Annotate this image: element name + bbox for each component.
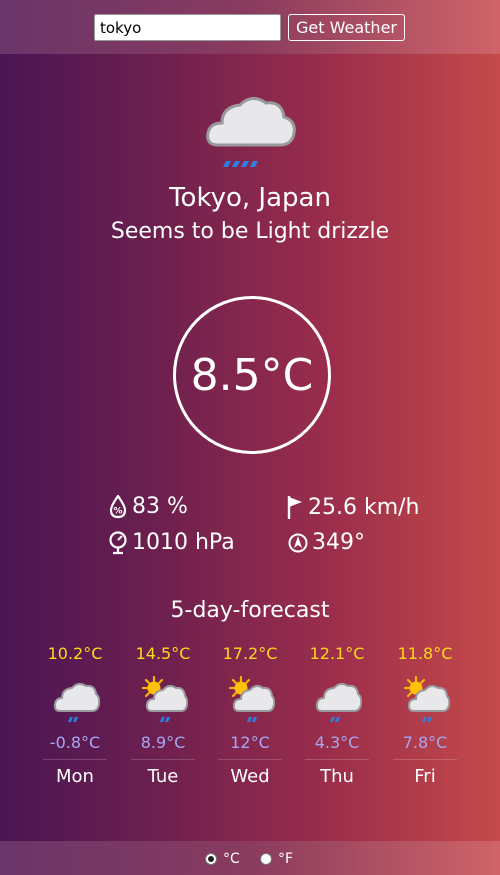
forecast-low: 4.3°C — [314, 733, 360, 752]
forecast-day-name: Mon — [56, 766, 94, 787]
pressure-stat: 1010 hPa — [108, 530, 235, 555]
forecast-high: 11.8°C — [397, 644, 453, 663]
sun-cloud-drizzle-icon — [228, 675, 275, 722]
forecast-high: 17.2°C — [222, 644, 278, 663]
forecast-high: 10.2°C — [47, 644, 103, 663]
divider — [393, 759, 457, 760]
bottom-bar — [0, 841, 500, 875]
current-temperature: 8.5°C — [173, 296, 331, 454]
forecast-low: 7.8°C — [402, 733, 448, 752]
wind-direction-value: 349° — [312, 530, 365, 555]
forecast-day-name: Wed — [230, 766, 270, 787]
forecast-day-name: Tue — [147, 766, 179, 787]
city-search-input[interactable] — [94, 14, 281, 41]
wind-speed-value: 25.6 km/h — [308, 494, 420, 520]
forecast-low: -0.8°C — [49, 733, 101, 752]
divider — [131, 759, 195, 760]
divider — [218, 759, 282, 760]
unit-fahrenheit-option[interactable]: °F — [260, 851, 293, 867]
humidity-stat: % 83 % — [108, 494, 188, 519]
forecast-day: 11.8°C 7.8°C Fri — [385, 644, 465, 787]
location-title: Tokyo, Japan — [169, 183, 331, 213]
sun-cloud-drizzle-icon — [403, 675, 450, 722]
cloud-drizzle-icon — [315, 682, 362, 722]
weather-description: Seems to be Light drizzle — [110, 219, 390, 244]
forecast-day: 12.1°C 4.3°C Thu — [297, 644, 377, 787]
humidity-drop-icon: % — [109, 494, 127, 518]
get-weather-button[interactable]: Get Weather — [288, 14, 405, 41]
pressure-gauge-icon — [109, 530, 127, 554]
forecast-day: 10.2°C -0.8°C Mon — [35, 644, 115, 787]
fahrenheit-label: °F — [278, 851, 294, 867]
forecast-low: 12°C — [230, 733, 270, 752]
wind-speed-stat: 25.6 km/h — [286, 494, 420, 520]
divider — [305, 759, 369, 760]
pressure-value: 1010 hPa — [132, 530, 235, 555]
temperature-value: 8.5°C — [190, 349, 314, 401]
forecast-day-name: Thu — [320, 766, 354, 787]
cloud-drizzle-icon — [206, 97, 296, 167]
cloud-drizzle-icon — [53, 682, 100, 722]
unit-celsius-option[interactable]: °C — [205, 851, 240, 867]
celsius-label: °C — [223, 851, 240, 867]
celsius-radio[interactable] — [205, 853, 217, 865]
forecast-title: 5-day-forecast — [170, 598, 330, 623]
forecast-low: 8.9°C — [140, 733, 186, 752]
humidity-value: 83 % — [132, 494, 188, 519]
forecast-day: 14.5°C 8.9°C Tue — [123, 644, 203, 787]
sun-cloud-drizzle-icon — [141, 675, 188, 722]
forecast-high: 12.1°C — [309, 644, 365, 663]
wind-direction-stat: 349° — [288, 530, 365, 555]
wind-flag-icon — [287, 496, 302, 519]
fahrenheit-radio[interactable] — [260, 853, 272, 865]
forecast-high: 14.5°C — [135, 644, 191, 663]
forecast-day: 17.2°C 12°C Wed — [210, 644, 290, 787]
forecast-day-name: Fri — [414, 766, 436, 787]
svg-text:%: % — [113, 506, 122, 516]
compass-icon — [288, 533, 308, 552]
divider — [43, 759, 107, 760]
